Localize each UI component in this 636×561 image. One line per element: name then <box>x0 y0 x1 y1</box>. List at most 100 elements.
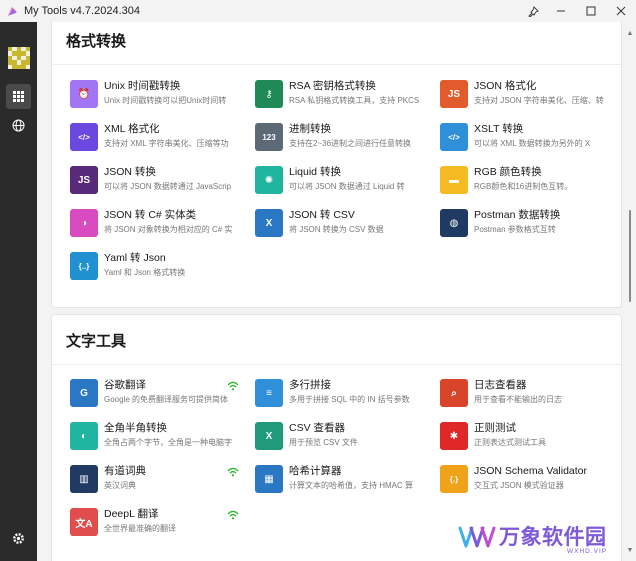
code-icon: </> <box>70 123 98 151</box>
tool-description: RGB颜色和16进制色互转。 <box>474 182 573 191</box>
excel-icon: X <box>255 209 283 237</box>
half-circle-icon: ◐ <box>70 422 98 450</box>
avatar[interactable] <box>8 47 30 69</box>
scroll-thumb[interactable] <box>629 210 631 302</box>
list-icon: ≡ <box>255 379 283 407</box>
tool-name: 正则测试 <box>474 422 516 434</box>
tool-text: 哈希计算器 计算文本的哈希值，支持 HMAC 算 <box>289 465 429 491</box>
tool-item[interactable]: 123 进制转换 支持在2~36进制之间进行任意转换 <box>255 123 440 166</box>
tool-item[interactable]: ⌕ 日志查看器 用于查看不能输出的日志 <box>440 379 610 422</box>
tool-item[interactable]: ⚷ RSA 密钥格式转换 RSA 私钥格式转换工具，支持 PKCS <box>255 80 440 123</box>
tool-item[interactable]: ✱ 正则测试 正则表达式测试工具 <box>440 422 610 465</box>
tool-description: 将 JSON 对象转换为相对应的 C# 实 <box>104 225 233 234</box>
tool-text: XSLT 转换 可以将 XML 数据转换为另外的 X <box>474 123 610 149</box>
tool-item[interactable]: 文A DeepL 翻译 全世界最准确的翻译 <box>70 508 255 551</box>
divider <box>52 64 621 65</box>
tool-item[interactable]: ≡ 多行拼接 多用于拼接 SQL 中的 IN 括号参数 <box>255 379 440 422</box>
pin-icon[interactable] <box>520 0 546 22</box>
tool-item[interactable]: ✺ Liquid 转换 可以将 JSON 数据通过 Liquid 转 <box>255 166 440 209</box>
tool-text: Yaml 转 Json Yaml 和 Json 格式转换 <box>104 252 244 278</box>
json-file-icon: JS <box>70 166 98 194</box>
tool-description: Unix 时间戳转换可以把Unix时间转 <box>104 96 227 105</box>
tool-description: 全世界最准确的翻译 <box>104 524 176 533</box>
tool-item[interactable]: ▬ RGB 颜色转换 RGB颜色和16进制色互转。 <box>440 166 610 209</box>
translate-icon: 文A <box>70 508 98 536</box>
tool-item[interactable]: ◑ JSON 转 C# 实体类将 JSON 对象转换为相对应的 C# 实 <box>70 209 255 252</box>
tool-text: 进制转换 支持在2~36进制之间进行任意转换 <box>289 123 429 149</box>
tool-item[interactable]: </> XSLT 转换 可以将 XML 数据转换为另外的 X <box>440 123 610 166</box>
tool-grid: ⏰ Unix 时间戳转换 Unix 时间戳转换可以把Unix时间转 ⚷ RSA 密钥格式… <box>70 80 610 295</box>
tool-description: 用于查看不能输出的日志 <box>474 395 562 404</box>
tool-text: RGB 颜色转换 RGB颜色和16进制色互转。 <box>474 166 610 192</box>
tool-item[interactable]: JS JSON 格式化 支持对 JSON 字符串美化、压缩、转 <box>440 80 610 123</box>
tool-name: RGB 颜色转换 <box>474 166 542 178</box>
section-format-conversion: 格式转换 ⏰ Unix 时间戳转换 Unix 时间戳转换可以把Unix时间转 ⚷ RSA… <box>51 22 622 308</box>
tool-name: RSA 密钥格式转换 <box>289 80 376 92</box>
excel-icon: X <box>255 422 283 450</box>
tool-item[interactable]: G 谷歌翻译 Google 的免费翻译服务可提供简体 <box>70 379 255 422</box>
tool-description: 可以将 JSON 数据转通过 JavaScrip <box>104 182 232 191</box>
minimize-button[interactable] <box>546 0 576 22</box>
tool-description: 英汉词典 <box>104 481 136 490</box>
section-title: 文字工具 <box>66 333 127 350</box>
tool-item[interactable]: ▥ 有道词典 英汉词典 <box>70 465 255 508</box>
tool-description: 正则表达式测试工具 <box>474 438 546 447</box>
tool-name: JSON Schema Validator <box>474 465 588 477</box>
tool-item[interactable]: ⏰ Unix 时间戳转换 Unix 时间戳转换可以把Unix时间转 <box>70 80 255 123</box>
tool-text: JSON 转换 可以将 JSON 数据转通过 JavaScrip <box>104 166 244 192</box>
window-controls <box>520 0 636 22</box>
section-title: 格式转换 <box>66 33 127 50</box>
tool-item[interactable]: JS JSON 转换 可以将 JSON 数据转通过 JavaScrip <box>70 166 255 209</box>
tool-item[interactable]: X JSON 转 CSV 将 JSON 转换为 CSV 数据 <box>255 209 440 252</box>
books-icon: ▥ <box>70 465 98 493</box>
scroll-up-icon[interactable]: ▲ <box>626 30 634 38</box>
tool-item[interactable]: ◍ Postman 数据转换 Postman 参数格式互转 <box>440 209 610 252</box>
sparkle-icon: ✺ <box>255 166 283 194</box>
alarm-clock-icon: ⏰ <box>70 80 98 108</box>
tool-description: 支持对 XML 字符串美化、压缩等功 <box>104 139 229 148</box>
scroll-down-icon[interactable]: ▼ <box>626 547 634 555</box>
scrollbar[interactable]: ▲ ▼ <box>626 30 634 555</box>
tool-description: 计算文本的哈希值，支持 HMAC 算 <box>289 481 413 490</box>
tool-item[interactable]: </> XML 格式化 支持对 XML 字符串美化、压缩等功 <box>70 123 255 166</box>
number-123-icon: 123 <box>255 123 283 151</box>
tool-name: JSON 转 CSV <box>289 209 355 221</box>
tool-text: 谷歌翻译 Google 的免费翻译服务可提供简体 <box>104 379 244 405</box>
tool-description: 多用于拼接 SQL 中的 IN 括号参数 <box>289 395 410 404</box>
tool-text: Liquid 转换 可以将 JSON 数据通过 Liquid 转 <box>289 166 429 192</box>
palette-icon: ▬ <box>440 166 468 194</box>
tool-text: JSON 转 C# 实体类将 JSON 对象转换为相对应的 C# 实 <box>104 209 244 235</box>
tool-name: JSON 格式化 <box>474 80 537 92</box>
globe-icon[interactable] <box>6 113 31 138</box>
tool-item[interactable]: X CSV 查看器 用于预览 CSV 文件 <box>255 422 440 465</box>
apps-grid-icon[interactable] <box>6 84 31 109</box>
tool-description: Postman 参数格式互转 <box>474 225 556 234</box>
wifi-icon <box>227 510 239 520</box>
watermark: 万象软件园 WXHD.VIP <box>455 518 625 558</box>
key-icon: ⚷ <box>255 80 283 108</box>
tool-name: XSLT 转换 <box>474 123 524 135</box>
tool-text: 正则测试正则表达式测试工具 <box>474 422 610 448</box>
tool-text: JSON 格式化 支持对 JSON 字符串美化、压缩、转 <box>474 80 610 106</box>
braces-icon: {..} <box>70 252 98 280</box>
tool-item[interactable]: ◐ 全角半角转换 全角占两个字节，全角是一种电脑字 <box>70 422 255 465</box>
tool-name: 有道词典 <box>104 465 146 477</box>
maximize-button[interactable] <box>576 0 606 22</box>
tool-text: JSON 转 CSV 将 JSON 转换为 CSV 数据 <box>289 209 429 235</box>
wifi-icon <box>227 467 239 477</box>
tool-name: Postman 数据转换 <box>474 209 561 221</box>
tool-item[interactable]: {..} Yaml 转 Json Yaml 和 Json 格式转换 <box>70 252 255 295</box>
tool-text: JSON Schema Validator 交互式 JSON 模式验证器 <box>474 465 610 491</box>
tool-text: DeepL 翻译全世界最准确的翻译 <box>104 508 244 534</box>
tool-item[interactable]: {.} JSON Schema Validator 交互式 JSON 模式验证器 <box>440 465 610 508</box>
csharp-icon: ◑ <box>70 209 98 237</box>
close-button[interactable] <box>606 0 636 22</box>
tool-description: 用于预览 CSV 文件 <box>289 438 358 447</box>
calculator-icon: ▦ <box>255 465 283 493</box>
tool-text: 有道词典 英汉词典 <box>104 465 244 491</box>
tool-item[interactable]: ▦ 哈希计算器 计算文本的哈希值，支持 HMAC 算 <box>255 465 440 508</box>
tool-description: Yaml 和 Json 格式转换 <box>104 268 186 277</box>
sidebar <box>0 22 37 561</box>
tool-name: DeepL 翻译 <box>104 508 159 520</box>
gear-icon[interactable] <box>6 526 31 551</box>
